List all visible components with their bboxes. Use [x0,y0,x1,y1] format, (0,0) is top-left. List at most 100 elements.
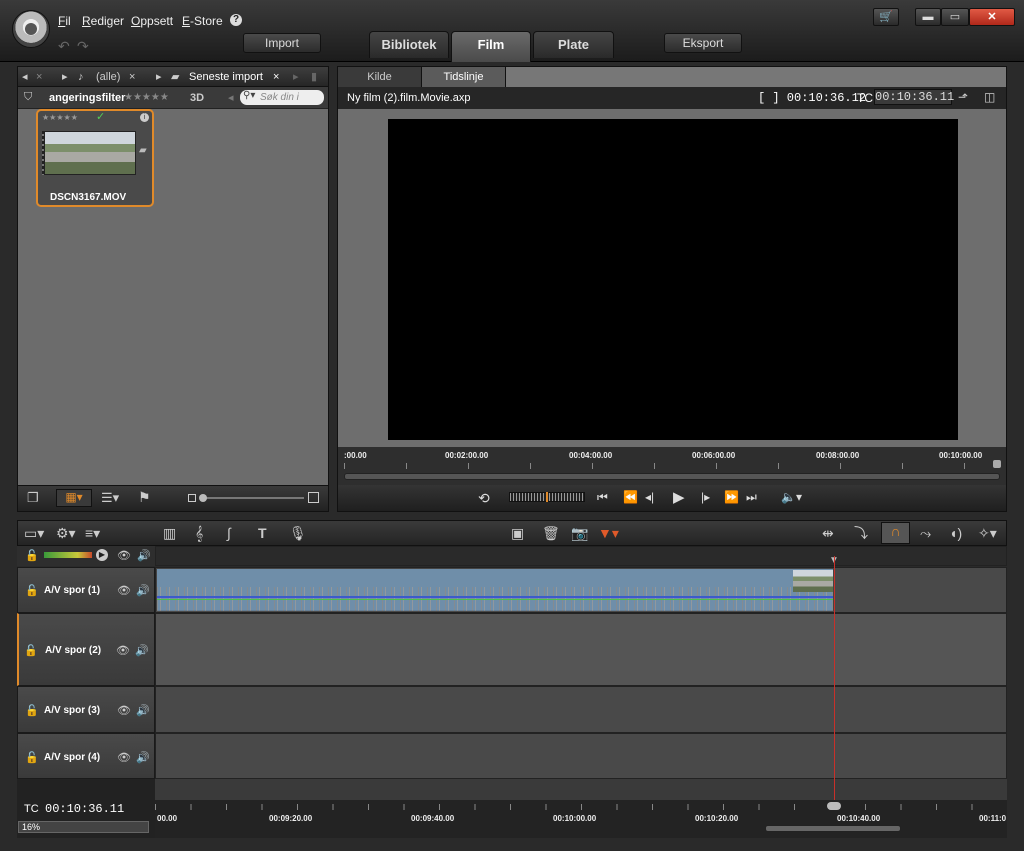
magic-wand-icon[interactable]: ✧▾ [978,525,997,541]
forward-icon[interactable]: ▸ [293,69,299,85]
step-back-icon[interactable]: ◂| [645,490,654,504]
player-scrubber[interactable]: :00.00 00:02:00.00 00:04:00.00 00:06:00.… [338,447,1006,485]
timecode-field[interactable]: 00:10:36.11 [874,89,954,105]
maximize-button[interactable]: ▭ [941,8,969,26]
lock-icon[interactable]: 🔓 [25,549,39,562]
timeline-timecode[interactable]: 00:10:36.11 [45,802,124,816]
filter-tab-label[interactable]: (alle) [96,69,120,85]
close-icon[interactable]: × [129,69,135,85]
close-icon[interactable]: × [36,69,42,85]
trash-icon[interactable]: 🗑 [542,525,560,541]
tab-source[interactable]: Kilde [338,67,422,87]
threed-filter[interactable]: 3D [190,92,204,104]
track-header-3[interactable]: 🔓 A/V spor (3) 👁 🔊 [17,686,155,733]
timeline-ruler[interactable]: 00.00 00:09:20.00 00:09:40.00 00:10:00.0… [155,800,1007,838]
info-icon[interactable]: i [140,113,149,122]
storyboard-icon[interactable]: ▣ [511,525,524,541]
rating-filter-label[interactable]: angeringsfilter [49,92,125,104]
search-icon[interactable]: ⚲▾ [243,90,255,101]
step-forward-icon[interactable]: |▸ [701,490,710,504]
star-rating-icon[interactable]: ★★★★★ [124,92,169,103]
list-view-icon[interactable]: ☰▾ [101,490,119,506]
lock-icon[interactable]: 🔓 [24,644,38,657]
music-icon[interactable]: 𝄞 [195,525,203,541]
pan-line[interactable] [157,599,833,600]
timeline-options-icon[interactable]: ≡▾ [85,525,100,541]
speaker-icon[interactable]: 🔊 [137,549,151,562]
video-preview[interactable] [388,119,958,440]
close-icon[interactable]: × [273,69,279,85]
scorefitter-icon[interactable]: ∫ [227,525,231,541]
speaker-icon[interactable]: 🔊 [136,584,150,597]
playhead-handle[interactable] [827,802,841,810]
voiceover-mic-icon[interactable]: 🎙 [289,525,307,541]
import-button[interactable]: Import [243,33,321,53]
ripple-edit-icon[interactable]: ⇹ [822,525,834,541]
minimize-button[interactable]: ▬ [915,8,941,26]
lock-icon[interactable]: 🔓 [25,751,39,764]
menu-setup[interactable]: Oppsett [131,14,173,28]
track-lane-2[interactable] [155,613,1007,686]
forward-icon[interactable]: ▸ [62,69,68,85]
menu-edit[interactable]: Rediger [82,14,124,28]
menu-file[interactable]: Fil [58,14,71,28]
play-icon[interactable]: ▶ [673,488,685,506]
track-header-2[interactable]: 🔓 A/V spor (2) 👁 🔊 [17,613,155,686]
lock-icon[interactable]: 🔓 [25,584,39,597]
timeline-scroll-bar[interactable] [765,825,901,832]
expand-icon[interactable]: ▶ [96,549,108,561]
funnel-icon[interactable]: ⛉ [24,91,32,104]
grid-view-icon[interactable]: ▦▾ [56,489,92,507]
dual-view-icon[interactable]: ◫ [984,90,995,104]
volume-icon[interactable]: 🔈▾ [781,490,802,504]
previous-frame-icon[interactable]: ⏪ [623,490,638,504]
star-rating-icon[interactable]: ★★★★★ [42,113,78,122]
eye-icon[interactable]: 👁 [117,704,131,717]
redo-icon[interactable]: ↷ [77,38,89,55]
track-lane-4[interactable] [155,733,1007,779]
eye-icon[interactable]: 👁 [117,549,131,562]
scroll-bar[interactable] [344,473,1000,480]
slider-handle[interactable] [199,494,207,502]
zoom-bar[interactable]: 16% [18,821,149,833]
eye-icon[interactable]: 👁 [117,751,131,764]
menu-estore[interactable]: E-Store [182,14,223,28]
volume-line[interactable] [157,596,833,598]
speaker-icon[interactable]: 🔊 [136,704,150,717]
tab-movie[interactable]: Film [451,31,531,62]
track-header-4[interactable]: 🔓 A/V spor (4) 👁 🔊 [17,733,155,779]
playhead[interactable] [834,556,835,806]
go-to-start-icon[interactable]: ⏮ [597,490,608,505]
audio-scrub-icon[interactable]: ⤳ [920,525,931,541]
undo-icon[interactable]: ↶ [58,38,70,55]
back-icon[interactable]: ◂ [22,69,28,85]
track-lane-3[interactable] [155,686,1007,733]
chevron-left-icon[interactable]: ◂ [228,91,234,104]
flag-icon[interactable]: ⚑ [138,489,151,506]
timeline-clip[interactable] [156,568,834,611]
media-clip[interactable]: ★★★★★ ✓ i ▰ DSCN3167.MOV [36,109,154,207]
track-header-1[interactable]: 🔓 A/V spor (1) 👁 🔊 [17,567,155,613]
dynamic-length-icon[interactable]: ◖) [949,525,962,541]
scrubber-handle[interactable] [993,460,1001,468]
location-tab-label[interactable]: Seneste import [189,69,263,85]
thumbnail-size-slider[interactable] [200,497,304,499]
tab-timeline[interactable]: Tidslinje [422,67,506,87]
next-frame-icon[interactable]: ⏩ [724,490,739,504]
audio-mixer-icon[interactable]: ▥ [163,525,176,541]
tab-disc[interactable]: Plate [533,31,614,58]
close-button[interactable]: ✕ [969,8,1015,26]
collections-icon[interactable]: ❐ [27,490,39,506]
track-layout-icon[interactable]: ▭▾ [24,525,44,541]
export-button[interactable]: Eksport [664,33,742,53]
marker-icon[interactable]: ▼▾ [598,525,619,541]
eye-icon[interactable]: 👁 [116,644,130,657]
cart-icon[interactable]: 🛒 [873,8,899,26]
go-to-end-icon[interactable]: ⏭ [746,490,757,505]
insert-mode-icon[interactable]: ⤵ [854,525,868,541]
speaker-icon[interactable]: 🔊 [135,644,149,657]
app-logo-icon[interactable] [12,10,50,48]
loop-icon[interactable]: ⟲ [478,490,490,507]
eye-icon[interactable]: 👁 [117,584,131,597]
tab-library[interactable]: Bibliotek [369,31,449,58]
